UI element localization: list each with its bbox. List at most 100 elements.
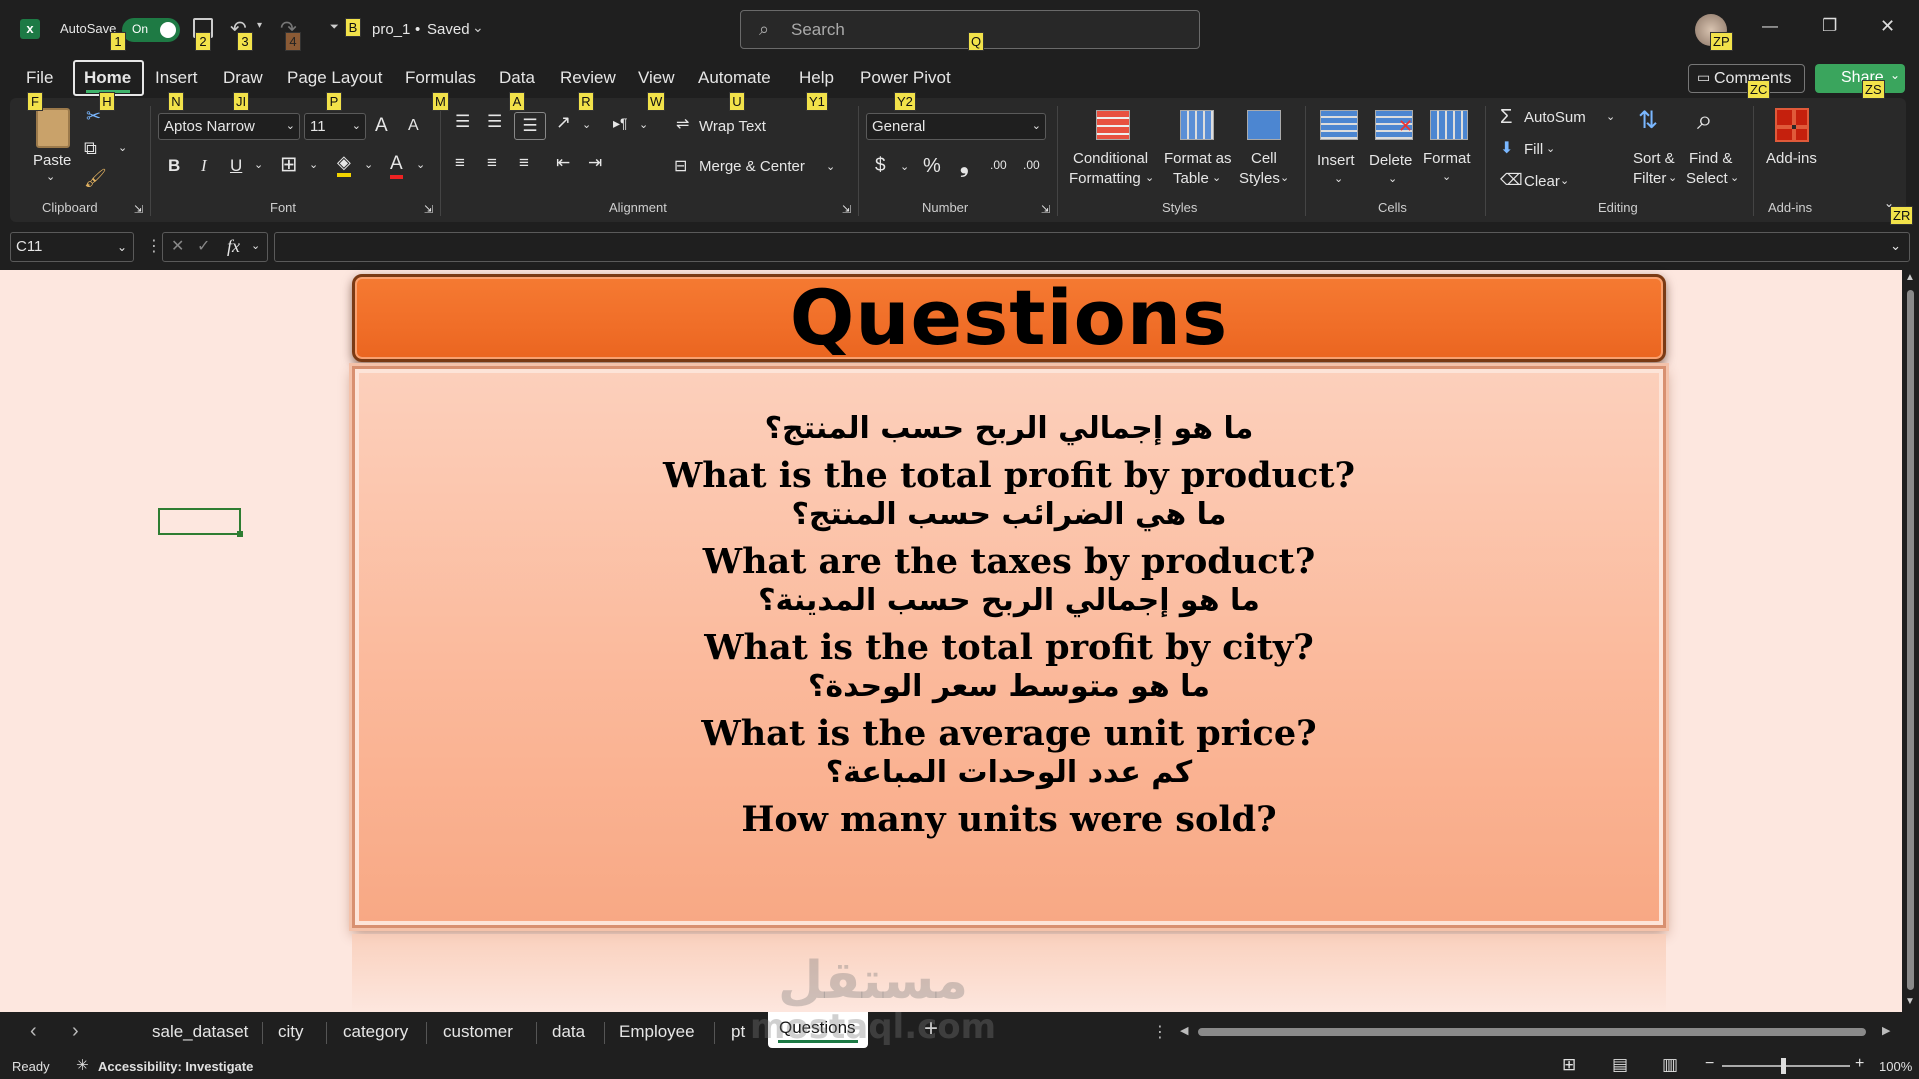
scroll-left-icon[interactable]: ◀	[1180, 1024, 1188, 1037]
file-name[interactable]: pro_1	[372, 21, 410, 38]
cell-styles-label-2[interactable]: Styles	[1239, 170, 1280, 187]
qat-customize-icon[interactable]: ⏷	[330, 21, 339, 34]
chevron-down-icon[interactable]: ⌄	[1280, 171, 1289, 184]
wrap-text-icon[interactable]: ⇌	[676, 114, 689, 134]
borders-dropdown-icon[interactable]: ⌄	[309, 158, 318, 171]
add-ins-icon[interactable]	[1775, 108, 1809, 142]
selected-cell[interactable]	[158, 508, 241, 535]
grow-font-icon[interactable]: A	[375, 115, 388, 137]
eraser-icon[interactable]: ⌫	[1500, 170, 1523, 190]
zoom-out-icon[interactable]: −	[1705, 1055, 1714, 1073]
chevron-down-icon[interactable]: ⌄	[1212, 171, 1221, 184]
sheet-tab-city[interactable]: city	[278, 1022, 304, 1042]
sort-filter-label-2[interactable]: Filter	[1633, 170, 1666, 187]
sort-filter-label-1[interactable]: Sort &	[1633, 150, 1675, 167]
scroll-down-icon[interactable]: ▼	[1905, 996, 1915, 1007]
bold-button[interactable]: B	[168, 156, 180, 176]
chevron-down-icon[interactable]: ⌄	[1442, 170, 1451, 183]
autosave-toggle[interactable]: On	[122, 18, 180, 42]
cancel-icon[interactable]: ✕	[171, 234, 184, 259]
align-left-icon[interactable]: ≡	[455, 153, 465, 173]
zoom-slider-thumb[interactable]	[1781, 1058, 1786, 1074]
underline-button[interactable]: U	[230, 156, 242, 176]
tab-data[interactable]: Data	[499, 68, 535, 88]
add-ins-button[interactable]: Add-ins	[1766, 150, 1817, 167]
format-as-table-icon[interactable]	[1180, 110, 1214, 140]
sort-filter-icon[interactable]: ⇅	[1638, 106, 1658, 135]
dialog-launcher-icon[interactable]: ⇲	[842, 203, 851, 216]
format-cells-icon[interactable]	[1430, 110, 1468, 140]
chevron-down-icon[interactable]: ⌄	[1730, 171, 1739, 184]
fill-icon[interactable]: ⬇	[1500, 138, 1513, 158]
format-cells-button[interactable]: Format	[1423, 150, 1471, 167]
sheet-options-icon[interactable]: ⋮	[1152, 1022, 1168, 1042]
format-painter-icon[interactable]: 🖌	[84, 168, 107, 189]
cell-styles-label-1[interactable]: Cell	[1251, 150, 1277, 167]
tab-review[interactable]: Review	[560, 68, 616, 88]
insert-cells-button[interactable]: Insert	[1317, 152, 1355, 169]
expand-formula-icon[interactable]: ⌄	[1890, 233, 1901, 258]
align-right-icon[interactable]: ≡	[519, 153, 529, 173]
merge-dropdown-icon[interactable]: ⌄	[826, 160, 835, 173]
share-button[interactable]: Share ⌄	[1815, 64, 1905, 93]
sheet-tab-pt[interactable]: pt	[731, 1022, 745, 1042]
scroll-thumb[interactable]	[1907, 290, 1914, 990]
chevron-down-icon[interactable]: ⌄	[251, 234, 260, 259]
formula-input[interactable]: ⌄	[274, 232, 1910, 262]
clear-button[interactable]: Clear	[1524, 173, 1560, 190]
close-button[interactable]: ✕	[1880, 16, 1895, 37]
font-size-select[interactable]: 11 ⌄	[304, 113, 366, 140]
vertical-scrollbar[interactable]: ▲ ▼	[1902, 270, 1919, 1012]
zoom-level[interactable]: 100%	[1879, 1059, 1912, 1074]
shrink-font-icon[interactable]: A	[408, 117, 419, 135]
conditional-formatting-label-2[interactable]: Formatting	[1069, 170, 1141, 187]
delete-cells-button[interactable]: Delete	[1369, 152, 1412, 169]
next-sheet-icon[interactable]: ›	[72, 1020, 79, 1043]
cell-styles-icon[interactable]	[1247, 110, 1281, 140]
page-layout-view-icon[interactable]: ▤	[1612, 1055, 1628, 1075]
zoom-in-icon[interactable]: +	[1855, 1055, 1864, 1073]
format-as-table-label-1[interactable]: Format as	[1164, 150, 1232, 167]
normal-view-icon[interactable]: ⊞	[1562, 1055, 1576, 1075]
horizontal-scrollbar[interactable]	[1198, 1028, 1866, 1036]
copy-icon[interactable]: ⧉	[84, 138, 97, 159]
save-status[interactable]: Saved	[427, 21, 470, 38]
underline-dropdown-icon[interactable]: ⌄	[254, 158, 263, 171]
sheet-tab-customer[interactable]: customer	[443, 1022, 513, 1042]
align-center-icon[interactable]: ≡	[487, 153, 497, 173]
chevron-down-icon[interactable]: ⌄	[1145, 171, 1154, 184]
zoom-slider[interactable]	[1722, 1065, 1850, 1067]
font-color-button[interactable]: A	[390, 153, 403, 179]
find-select-label-2[interactable]: Select	[1686, 170, 1728, 187]
orientation-dropdown-icon[interactable]: ⌄	[582, 118, 591, 131]
sheet-tab-sale-dataset[interactable]: sale_dataset	[152, 1022, 248, 1042]
tab-formulas[interactable]: Formulas	[405, 68, 476, 88]
currency-button[interactable]: $	[875, 155, 886, 177]
clear-dropdown-icon[interactable]: ⌄	[1560, 174, 1569, 187]
scroll-right-icon[interactable]: ▶	[1882, 1024, 1890, 1037]
page-break-view-icon[interactable]: ▥	[1662, 1055, 1678, 1075]
borders-icon[interactable]: ⊞	[280, 152, 298, 177]
dialog-launcher-icon[interactable]: ⇲	[424, 203, 433, 216]
decrease-indent-icon[interactable]: ⇤	[556, 153, 570, 173]
tab-insert[interactable]: Insert	[155, 68, 198, 88]
find-select-icon[interactable]: ⌕	[1697, 104, 1713, 137]
chevron-down-icon[interactable]: ⌄	[1334, 172, 1343, 185]
sheet-tab-category[interactable]: category	[343, 1022, 408, 1042]
accessibility-icon[interactable]: ✳	[76, 1056, 89, 1074]
fill-color-dropdown-icon[interactable]: ⌄	[364, 158, 373, 171]
text-direction-dropdown-icon[interactable]: ⌄	[639, 118, 648, 131]
number-format-select[interactable]: General ⌄	[866, 113, 1046, 140]
conditional-formatting-icon[interactable]	[1096, 110, 1130, 140]
chevron-down-icon[interactable]: ⌄	[1668, 171, 1677, 184]
tab-power-pivot[interactable]: Power Pivot	[860, 68, 951, 88]
font-color-dropdown-icon[interactable]: ⌄	[416, 158, 425, 171]
chevron-down-icon[interactable]: ⌄	[1388, 172, 1397, 185]
paste-label[interactable]: Paste	[33, 152, 71, 169]
sheet-tab-employee[interactable]: Employee	[619, 1022, 695, 1042]
tab-help[interactable]: Help	[799, 68, 834, 88]
tab-home[interactable]: Home	[84, 68, 131, 88]
italic-button[interactable]: I	[201, 156, 207, 176]
increase-decimal-button[interactable]: .00	[990, 158, 1007, 172]
chevron-down-icon[interactable]: ⌄	[472, 19, 484, 36]
